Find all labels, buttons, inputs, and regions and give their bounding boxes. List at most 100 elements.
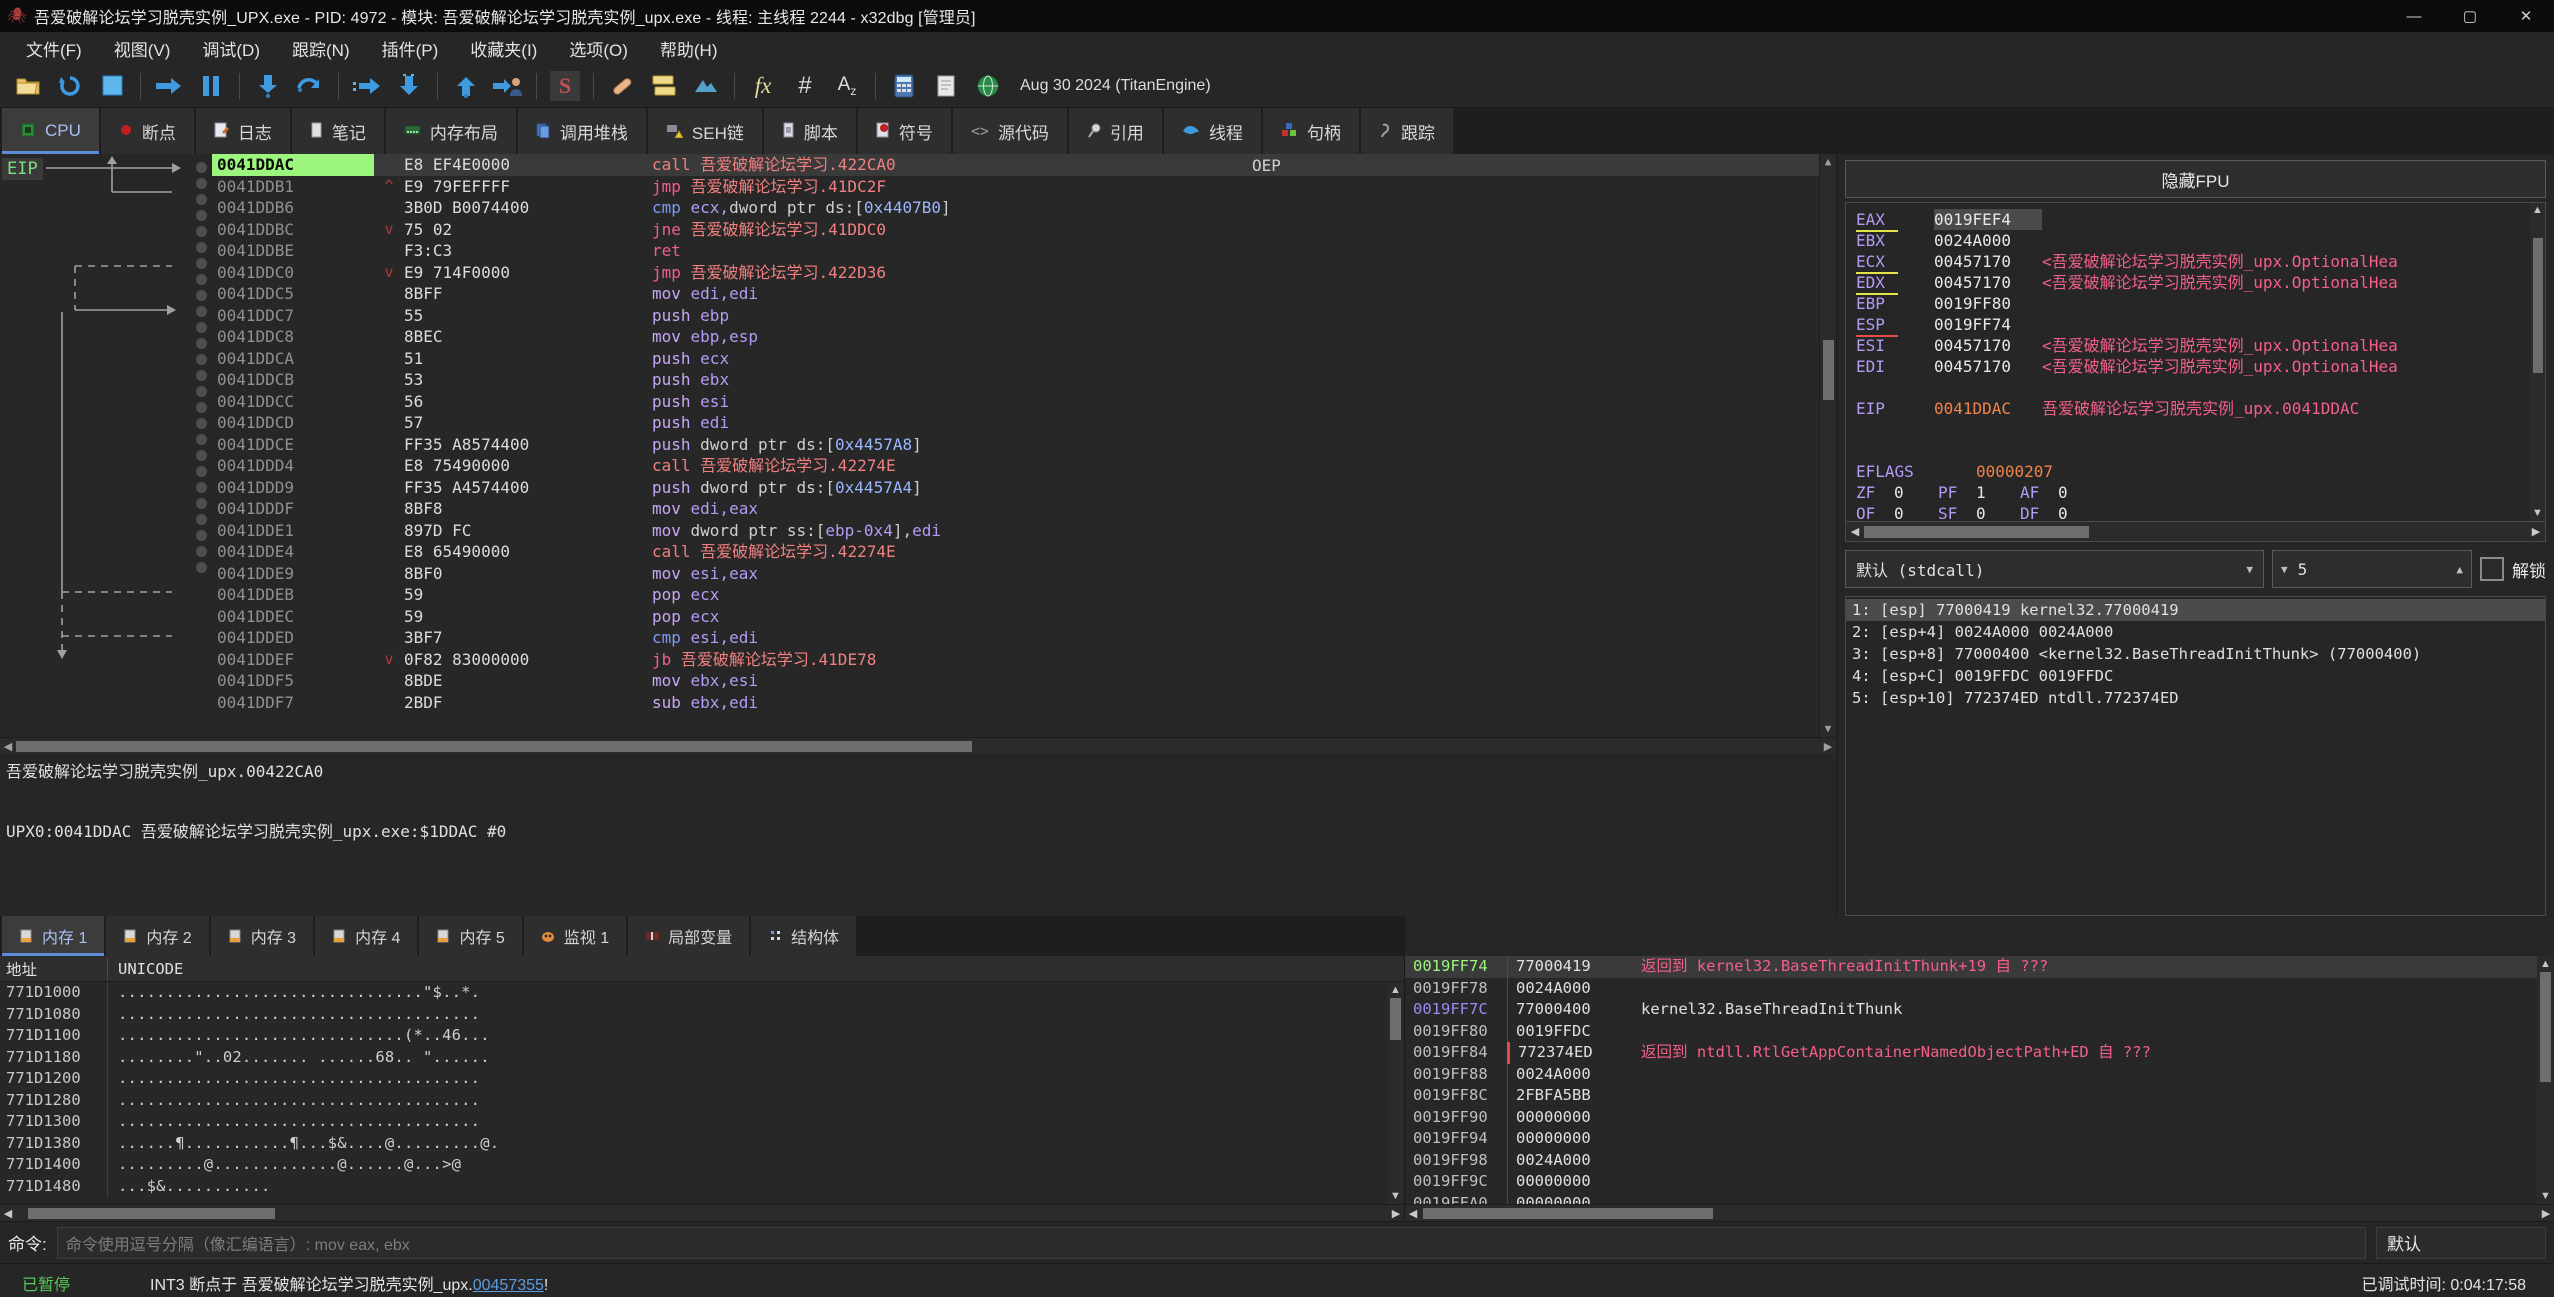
breakpoint-slot[interactable] <box>196 418 207 429</box>
menu-item-view[interactable]: 视图(V) <box>98 32 187 65</box>
breakpoint-slot[interactable] <box>196 402 207 413</box>
disassembly-row[interactable]: 0041DDC755push ebp <box>212 305 1819 327</box>
tab-log[interactable]: 日志 <box>196 108 290 154</box>
unlock-checkbox[interactable] <box>2480 557 2504 581</box>
disassembly-row[interactable]: 0041DDDF8BF8mov edi,eax <box>212 498 1819 520</box>
browser-icon[interactable] <box>968 67 1008 105</box>
stack-row[interactable]: 0019FF880024A000 <box>1405 1064 2537 1086</box>
dump-hscrollbar[interactable]: ◀ ▶ <box>0 1204 1404 1221</box>
function-argument-row[interactable]: 1: [esp] 77000419 kernel32.77000419 <box>1846 599 2545 621</box>
scroll-right-icon[interactable]: ▶ <box>1820 740 1836 753</box>
dump-row[interactable]: 771D1300................................… <box>0 1111 1387 1133</box>
breakpoint-slot[interactable] <box>196 178 207 189</box>
flag-value[interactable]: 0 <box>2058 482 2102 503</box>
tab-seh-chain[interactable]: SEH链 <box>648 108 762 154</box>
hash-icon[interactable]: # <box>785 67 825 105</box>
trace-over-icon[interactable] <box>389 67 429 105</box>
scroll-thumb[interactable] <box>1823 340 1834 400</box>
stack-rows[interactable]: 0019FF7477000419返回到 kernel32.BaseThreadI… <box>1405 956 2537 1204</box>
stack-body[interactable]: 0019FF7477000419返回到 kernel32.BaseThreadI… <box>1405 956 2554 1204</box>
register-row-eflags[interactable]: EFLAGS00000207 <box>1856 461 2530 482</box>
stack-row[interactable]: 0019FF84772374ED返回到 ntdll.RtlGetAppConta… <box>1405 1042 2537 1064</box>
dump-tab[interactable]: 内存 2 <box>106 916 208 956</box>
dump-tab[interactable]: 内存 3 <box>211 916 313 956</box>
stack-row[interactable]: 0019FF9400000000 <box>1405 1128 2537 1150</box>
dump-row[interactable]: 771D1000................................… <box>0 982 1387 1004</box>
disassembly-vscrollbar[interactable]: ▲ ▼ <box>1819 154 1836 737</box>
breakpoint-slot[interactable] <box>196 354 207 365</box>
disassembly-row[interactable]: 0041DDCC56push esi <box>212 391 1819 413</box>
close-button[interactable]: ✕ <box>2498 0 2554 32</box>
disassembly-row[interactable]: 0041DDF72BDFsub ebx,edi <box>212 692 1819 714</box>
scroll-right-icon[interactable]: ▶ <box>2527 525 2545 538</box>
breakpoint-slot[interactable] <box>196 450 207 461</box>
tab-script[interactable]: 脚本 <box>764 108 856 154</box>
flag-value[interactable]: 1 <box>1976 482 2020 503</box>
dump-tab[interactable]: 内存 4 <box>315 916 417 956</box>
flag-value[interactable]: 0 <box>1894 482 1938 503</box>
menu-item-file[interactable]: 文件(F) <box>10 32 98 65</box>
stack-row[interactable]: 0019FF9C00000000 <box>1405 1171 2537 1193</box>
breakpoint-slot[interactable] <box>196 290 207 301</box>
disassembly-view[interactable]: EIP <box>0 154 1836 737</box>
pause-icon[interactable] <box>191 67 231 105</box>
stack-vscrollbar[interactable]: ▲ ▼ <box>2537 956 2554 1204</box>
register-row[interactable]: ECX00457170<吾爱破解论坛学习脱壳实例_upx.OptionalHea <box>1856 251 2530 272</box>
stack-row[interactable]: 0019FF780024A000 <box>1405 978 2537 1000</box>
hscroll-thumb[interactable] <box>1864 526 2089 538</box>
notes-icon[interactable] <box>926 67 966 105</box>
register-row-eip[interactable]: EIP0041DDAC吾爱破解论坛学习脱壳实例_upx.0041DDAC <box>1856 398 2530 419</box>
flag-value[interactable]: 0 <box>1894 503 1938 521</box>
tab-source-code[interactable]: <> 源代码 <box>953 108 1067 154</box>
hscroll-thumb[interactable] <box>1423 1208 1713 1219</box>
flag-value[interactable]: 0 <box>2058 503 2102 521</box>
disassembly-row[interactable]: 0041DDE1897D FCmov dword ptr ss:[ebp-0x4… <box>212 520 1819 542</box>
scroll-up-icon[interactable]: ▲ <box>2540 956 2551 972</box>
breakpoint-slot[interactable] <box>196 210 207 221</box>
tab-memory-map[interactable]: 内存布局 <box>386 108 516 154</box>
scroll-down-icon[interactable]: ▼ <box>2532 506 2543 521</box>
scroll-left-icon[interactable]: ◀ <box>0 1207 16 1220</box>
register-value[interactable]: 0041DDAC <box>1934 398 2042 419</box>
stop-icon[interactable] <box>92 67 132 105</box>
register-row[interactable]: ESI00457170<吾爱破解论坛学习脱壳实例_upx.OptionalHea <box>1856 335 2530 356</box>
register-row[interactable]: EBP0019FF80 <box>1856 293 2530 314</box>
registers-hscrollbar[interactable]: ◀ ▶ <box>1845 522 2546 542</box>
calling-convention-select[interactable]: 默认 (stdcall) ▼ <box>1845 550 2264 588</box>
command-input[interactable]: 命令使用逗号分隔（像汇编语言）: mov eax, ebx <box>57 1227 2366 1259</box>
disassembly-row[interactable]: 0041DDE4E8 65490000call 吾爱破解论坛学习.42274E <box>212 541 1819 563</box>
menu-item-favorites[interactable]: 收藏夹(I) <box>454 32 553 65</box>
breakpoint-slot[interactable] <box>196 386 207 397</box>
flag-value[interactable]: 0 <box>1976 503 2020 521</box>
flags-row[interactable]: OF0SF0DF0 <box>1856 503 2530 521</box>
log-icon[interactable] <box>644 67 684 105</box>
calculator-icon[interactable] <box>884 67 924 105</box>
tab-call-stack[interactable]: 调用堆栈 <box>518 108 646 154</box>
breakpoint-slot[interactable] <box>196 562 207 573</box>
register-value[interactable]: 00457170 <box>1934 272 2042 293</box>
breakpoint-slot[interactable] <box>196 466 207 477</box>
scroll-left-icon[interactable]: ◀ <box>1405 1207 1421 1220</box>
argument-count-stepper[interactable]: ▼ 5 ▲ <box>2272 550 2472 588</box>
breakpoint-slot[interactable] <box>196 546 207 557</box>
disassembly-row[interactable]: 0041DDC58BFFmov edi,edi <box>212 283 1819 305</box>
patch-icon[interactable] <box>602 67 642 105</box>
scroll-down-icon[interactable]: ▼ <box>1390 1188 1401 1204</box>
stack-row[interactable]: 0019FF8C2FBFA5BB <box>1405 1085 2537 1107</box>
hscroll-track[interactable] <box>16 1208 1388 1219</box>
minimize-button[interactable]: — <box>2386 0 2442 32</box>
disassembly-row[interactable]: 0041DDB1^E9 79FEFFFFjmp 吾爱破解论坛学习.41DC2F <box>212 176 1819 198</box>
hscroll-thumb[interactable] <box>28 1208 275 1219</box>
dump-body[interactable]: 771D1000................................… <box>0 982 1404 1204</box>
register-value[interactable]: 0019FF74 <box>1934 314 2042 335</box>
disassembly-rows[interactable]: 0041DDACE8 EF4E0000call 吾爱破解论坛学习.422CA00… <box>212 154 1819 737</box>
register-row[interactable]: EBX0024A000 <box>1856 230 2530 251</box>
function-arguments-list[interactable]: 1: [esp] 77000419 kernel32.770004192: [e… <box>1846 597 2545 915</box>
register-value[interactable]: 00457170 <box>1934 356 2042 377</box>
fontsize-icon[interactable]: Az <box>827 67 867 105</box>
scroll-right-icon[interactable]: ▶ <box>2538 1207 2554 1220</box>
function-argument-row[interactable]: 5: [esp+10] 772374ED ntdll.772374ED <box>1846 687 2545 709</box>
registers-area[interactable]: EAX0019FEF4EBX0024A000ECX00457170<吾爱破解论坛… <box>1845 202 2546 522</box>
stack-row[interactable]: 0019FF800019FFDC <box>1405 1021 2537 1043</box>
disassembly-row[interactable]: 0041DDC0vE9 714F0000jmp 吾爱破解论坛学习.422D36 <box>212 262 1819 284</box>
